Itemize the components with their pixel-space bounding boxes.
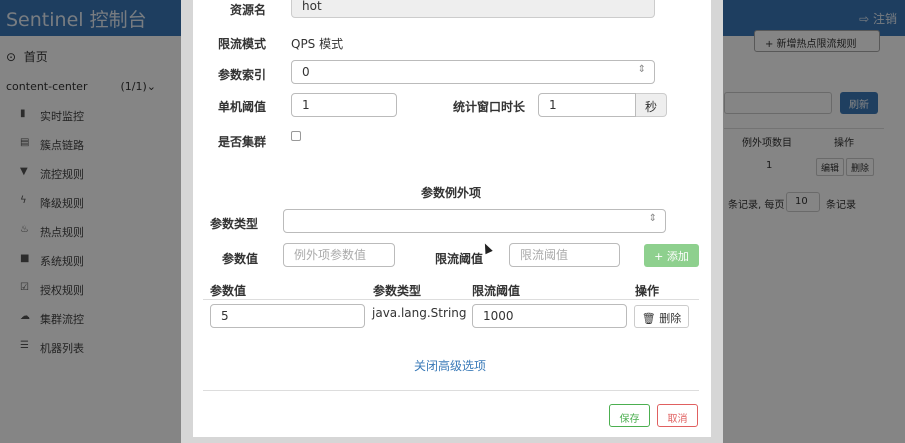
dialog-body: 资源名 hot 限流模式 QPS 模式 参数索引 0 ⇕ 单机阈值 1 统计窗口… <box>193 0 711 437</box>
window-duration-label: 统计窗口时长 <box>453 100 526 114</box>
trash-icon: 🗑 <box>641 312 656 325</box>
cancel-button[interactable]: 取消 <box>657 404 698 427</box>
spinner-icon[interactable]: ⇕ <box>638 64 646 75</box>
select-caret-icon: ⇕ <box>648 213 657 224</box>
exception-row-limit-input[interactable]: 1000 <box>472 304 627 328</box>
param-value-input[interactable] <box>283 243 395 267</box>
close-advanced-options-link[interactable]: 关闭高级选项 <box>414 357 486 374</box>
seconds-unit: 秒 <box>636 93 667 117</box>
resource-name-label: 资源名 <box>230 3 267 17</box>
param-exceptions-title: 参数例外项 <box>421 186 482 200</box>
hotspot-rule-dialog: 资源名 hot 限流模式 QPS 模式 参数索引 0 ⇕ 单机阈值 1 统计窗口… <box>181 0 723 443</box>
resource-name-field: hot <box>291 0 655 18</box>
limit-threshold-input[interactable] <box>509 243 620 267</box>
threshold-input[interactable]: 1 <box>291 93 397 117</box>
table-header-operation: 操作 <box>635 284 660 298</box>
param-type-label: 参数类型 <box>210 217 259 231</box>
threshold-label: 单机阈值 <box>218 100 267 114</box>
exception-row-value-input[interactable]: 5 <box>210 304 365 328</box>
table-header-param-type: 参数类型 <box>373 284 422 298</box>
param-index-label: 参数索引 <box>218 68 267 82</box>
table-header-limit: 限流阈值 <box>472 284 521 298</box>
limit-mode-label: 限流模式 <box>218 37 267 51</box>
delete-exception-label: 删除 <box>659 312 682 325</box>
delete-exception-button[interactable]: 🗑 删除 <box>634 305 689 328</box>
footer-divider <box>203 390 699 391</box>
plus-icon: + <box>654 250 664 263</box>
param-value-label: 参数值 <box>222 252 259 266</box>
param-index-value: 0 <box>302 65 310 79</box>
cluster-mode-label: 是否集群 <box>218 135 267 149</box>
save-button[interactable]: 保存 <box>609 404 650 427</box>
limit-mode-value: QPS 模式 <box>291 37 344 51</box>
table-header-divider <box>203 299 699 300</box>
limit-threshold-label: 限流阈值 <box>435 252 484 266</box>
cluster-mode-checkbox[interactable] <box>291 131 301 141</box>
window-duration-input[interactable]: 1 <box>538 93 636 117</box>
table-header-param-value: 参数值 <box>210 284 247 298</box>
exception-row-type: java.lang.String <box>372 306 467 320</box>
add-exception-label: 添加 <box>666 250 689 263</box>
param-type-select[interactable]: ⇕ <box>283 209 666 233</box>
add-exception-button[interactable]: + 添加 <box>644 244 699 267</box>
param-index-input[interactable]: 0 ⇕ <box>291 60 655 84</box>
